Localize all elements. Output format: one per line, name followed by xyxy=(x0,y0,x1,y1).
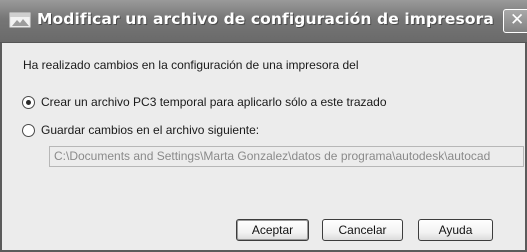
option-temporary-pc3[interactable]: Crear un archivo PC3 temporal para aplic… xyxy=(22,94,387,110)
title-bar[interactable]: Modificar un archivo de configuración de… xyxy=(0,0,527,43)
accept-button[interactable]: Aceptar xyxy=(236,219,309,241)
close-button[interactable]: ✕ xyxy=(503,9,527,33)
dialog-message: Ha realizado cambios en la configuración… xyxy=(23,58,359,72)
window-title: Modificar un archivo de configuración de… xyxy=(37,10,494,28)
cancel-button[interactable]: Cancelar xyxy=(322,219,403,241)
dialog-window: Modificar un archivo de configuración de… xyxy=(0,0,527,252)
option-save-to-file-label: Guardar cambios en el archivo siguiente: xyxy=(41,123,260,137)
printer-window-icon xyxy=(9,12,31,28)
help-button[interactable]: Ayuda xyxy=(418,219,493,241)
file-path-field[interactable]: C:\Documents and Settings\Marta Gonzalez… xyxy=(49,146,524,167)
radio-temporary-pc3[interactable] xyxy=(22,95,35,109)
close-icon: ✕ xyxy=(510,10,525,30)
option-temporary-pc3-label: Crear un archivo PC3 temporal para aplic… xyxy=(41,95,387,109)
radio-save-to-file[interactable] xyxy=(22,123,35,137)
option-save-to-file[interactable]: Guardar cambios en el archivo siguiente: xyxy=(22,122,259,138)
